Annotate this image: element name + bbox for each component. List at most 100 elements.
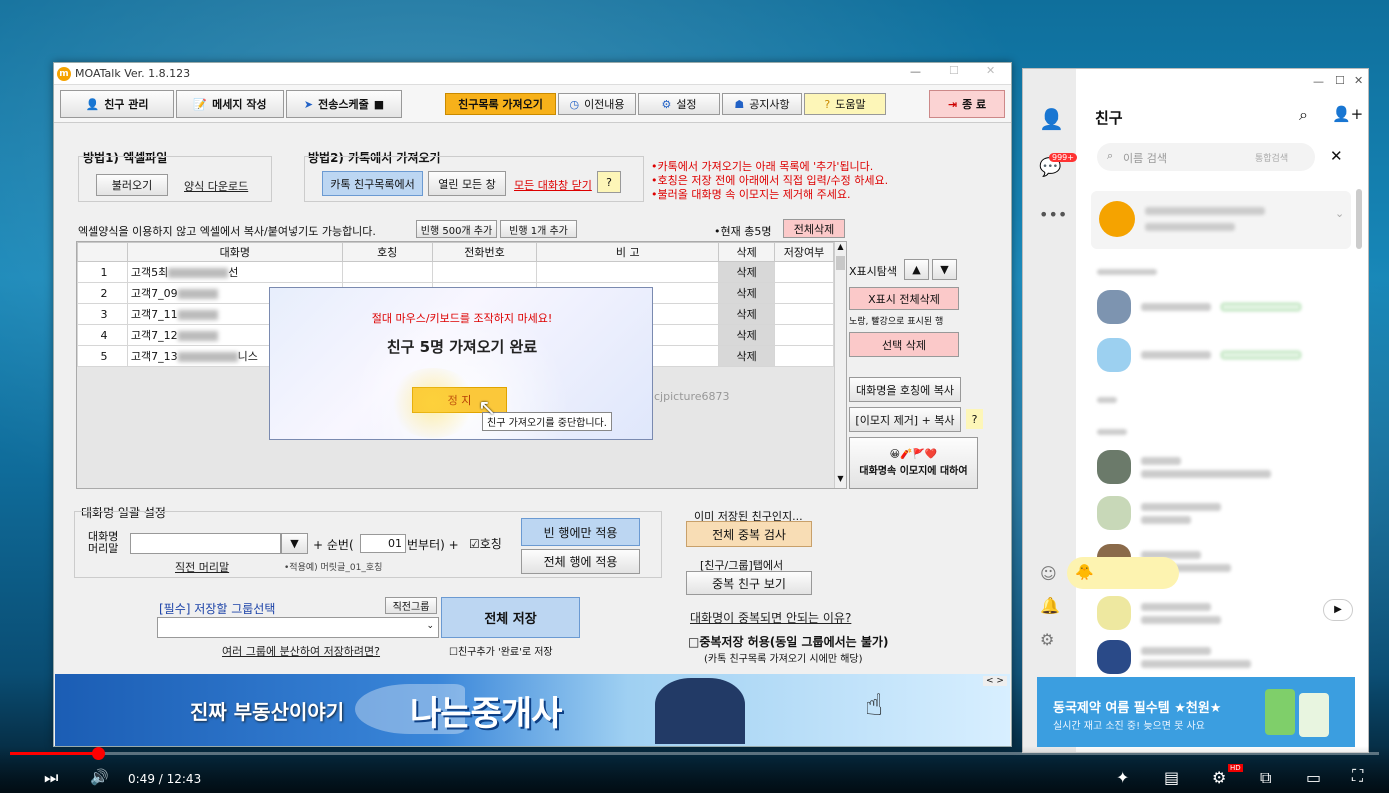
col-phone[interactable]: 전화번호	[431, 242, 538, 262]
col-saved[interactable]: 저장여부	[774, 242, 834, 262]
add-500-rows-button[interactable]: 빈행 500개 추가	[416, 220, 497, 238]
minimize-icon[interactable]: —	[910, 65, 921, 78]
template-download-link[interactable]: 양식 다운로드	[184, 178, 248, 194]
row-name[interactable]: 고객5최 선	[126, 261, 343, 283]
save-all-button[interactable]: 전체 저장	[441, 597, 580, 638]
history-button[interactable]: ◷ 이전내용	[558, 93, 636, 115]
banner-nav[interactable]: < >	[983, 676, 1007, 686]
kakao-search-input[interactable]: ⌕ 이름 검색 통합검색	[1097, 143, 1315, 171]
list-item[interactable]	[1097, 281, 1337, 333]
scroll-up-icon[interactable]: ▲	[835, 242, 846, 254]
bell-icon[interactable]: 🔔	[1040, 596, 1060, 615]
send-schedule-button[interactable]: ➤ 전송스케줄 ■	[286, 90, 402, 118]
emoji-about-button[interactable]: 😀🧨🚩❤️ 대화명속 이모지에 대하여	[849, 437, 978, 489]
progress-knob[interactable]	[92, 747, 105, 760]
selected-delete-button[interactable]: 선택 삭제	[849, 332, 959, 357]
emoji-help-button[interactable]: ?	[966, 409, 983, 429]
honor-checkbox[interactable]: ☑호칭	[469, 535, 502, 552]
x-search-up-button[interactable]: ▲	[904, 259, 929, 280]
emoji-remove-copy-button[interactable]: [이모지 제거] + 복사	[849, 407, 961, 432]
scroll-thumb[interactable]	[836, 256, 845, 270]
row-delete-button[interactable]: 삭제	[718, 261, 776, 283]
fetch-friends-button[interactable]: 친구목록 가져오기	[445, 93, 556, 115]
volume-icon[interactable]: 🔊	[90, 768, 109, 786]
apply-empty-button[interactable]: 빈 행에만 적용	[521, 518, 640, 546]
friend-mgmt-button[interactable]: 👤 친구 관리	[60, 90, 174, 118]
recent-prefix-link[interactable]: 직전 머리말	[175, 559, 229, 575]
fullscreen-icon[interactable]: ⛶	[1352, 766, 1363, 786]
friends-tab-icon[interactable]: 👤	[1039, 107, 1064, 131]
dup-check-button[interactable]: 전체 중복 검사	[686, 521, 812, 547]
open-all-button[interactable]: 열린 모든 창	[428, 171, 506, 196]
group-select[interactable]: ⌄	[157, 617, 439, 638]
complete-save-checkbox[interactable]: ☐친구추가 '완료'로 저장	[449, 643, 553, 658]
close-icon[interactable]: ✕	[986, 64, 995, 77]
row-delete-button[interactable]: 삭제	[718, 303, 776, 325]
settings-icon[interactable]: ⚙	[1040, 630, 1054, 649]
table-row[interactable]: 1 고객5최 선 삭제	[77, 261, 834, 283]
miniplayer-icon[interactable]: ⧉	[1260, 768, 1271, 788]
notice-button[interactable]: ☗ 공지사항	[722, 93, 802, 115]
ad-banner[interactable]: 진짜 부동산이야기 나는중개사 ☝ < >	[55, 674, 1010, 746]
add-1-row-button[interactable]: 빈행 1개 추가	[500, 220, 577, 238]
x-search-down-button[interactable]: ▼	[932, 259, 957, 280]
progress-track[interactable]	[10, 747, 1379, 760]
autoplay-icon[interactable]: ✦	[1116, 768, 1129, 787]
add-friend-icon[interactable]: 👤+	[1332, 105, 1363, 123]
recent-group-button[interactable]: 직전그룹	[385, 597, 437, 614]
msg-write-button[interactable]: 📝 메세지 작성	[176, 90, 284, 118]
x-delete-all-button[interactable]: X표시 전체삭제	[849, 287, 959, 310]
next-icon[interactable]: ⏭	[44, 768, 58, 788]
kakao-ad[interactable]: 동국제약 여름 필수템 ★천원★ 실시간 재고 소진 중! 늦으면 못 사요	[1037, 677, 1355, 747]
load-excel-button[interactable]: 불러오기	[96, 174, 168, 196]
maximize-icon[interactable]: ☐	[949, 64, 959, 77]
copy-name-button[interactable]: 대화명을 호칭에 복사	[849, 377, 961, 402]
list-item[interactable]	[1097, 329, 1337, 381]
method2-help-button[interactable]: ?	[597, 171, 621, 193]
list-item[interactable]	[1097, 631, 1337, 683]
view-dup-button[interactable]: 중복 친구 보기	[686, 571, 812, 595]
search-close-icon[interactable]: ✕	[1330, 147, 1343, 165]
help-button[interactable]: ? 도움말	[804, 93, 886, 115]
row-note[interactable]	[536, 261, 720, 283]
list-item[interactable]	[1097, 487, 1337, 539]
list-item[interactable]	[1097, 441, 1337, 493]
row-delete-button[interactable]: 삭제	[718, 282, 776, 304]
emoticon-icon[interactable]: ☺	[1040, 564, 1057, 583]
kakao-close-icon[interactable]: ✕	[1354, 74, 1363, 87]
row-delete-button[interactable]: 삭제	[718, 345, 776, 367]
row-delete-button[interactable]: 삭제	[718, 324, 776, 346]
subtitles-icon[interactable]: ▤	[1164, 768, 1179, 787]
exit-button[interactable]: ⇥ 종 료	[929, 90, 1005, 118]
settings-button[interactable]: ⚙ 설정	[638, 93, 720, 115]
apply-all-button[interactable]: 전체 행에 적용	[521, 549, 640, 574]
more-icon[interactable]: •••	[1039, 205, 1067, 224]
col-note[interactable]: 비 고	[536, 242, 720, 262]
pinned-friend[interactable]	[1091, 191, 1351, 249]
prefix-dropdown-button[interactable]: ▼	[281, 533, 308, 554]
kakao-list-button[interactable]: 카톡 친구목록에서	[322, 171, 423, 196]
col-delete[interactable]: 삭제	[718, 242, 776, 262]
delete-all-button[interactable]: 전체삭제	[783, 219, 845, 238]
theater-icon[interactable]: ▭	[1306, 768, 1321, 787]
kakao-scrollbar[interactable]	[1356, 189, 1362, 249]
row-title[interactable]	[341, 261, 433, 283]
close-all-link[interactable]: 모든 대화창 닫기	[514, 177, 592, 193]
scroll-down-icon[interactable]: ▼	[835, 474, 846, 486]
music-play-icon[interactable]: ▶	[1323, 599, 1353, 621]
expand-icon[interactable]: ⌄	[1335, 207, 1344, 220]
kakao-maximize-icon[interactable]: ☐	[1335, 74, 1345, 87]
multi-group-link[interactable]: 여러 그룹에 분산하여 저장하려면?	[222, 643, 380, 659]
grid-scrollbar[interactable]: ▲ ▼	[834, 242, 846, 488]
kakao-minimize-icon[interactable]: —	[1313, 75, 1324, 88]
row-phone[interactable]	[431, 261, 538, 283]
emoticon-popup[interactable]: 🐥	[1067, 557, 1179, 589]
search-icon[interactable]: ⌕	[1299, 105, 1308, 125]
why-dup-link[interactable]: 대화명이 중복되면 안되는 이유?	[690, 609, 851, 626]
col-name[interactable]: 대화명	[126, 242, 343, 262]
col-title[interactable]: 호칭	[341, 242, 433, 262]
seq-input[interactable]: 01	[360, 534, 406, 553]
allow-dup-checkbox[interactable]: □중복저장 허용(동일 그룹에서는 불가)	[688, 633, 888, 650]
prefix-input[interactable]	[130, 533, 281, 554]
settings-gear-icon[interactable]: ⚙	[1212, 768, 1226, 787]
